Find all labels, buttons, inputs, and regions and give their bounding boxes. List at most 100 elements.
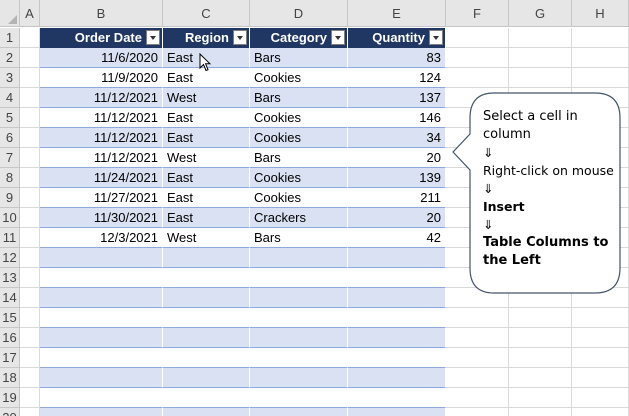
table-empty-cell[interactable] xyxy=(348,328,446,348)
table-cell-quantity[interactable]: 139 xyxy=(348,168,446,188)
table-cell-quantity[interactable]: 137 xyxy=(348,88,446,108)
table-cell-category[interactable]: Cookies xyxy=(250,108,348,128)
cell-g17[interactable] xyxy=(509,348,572,368)
table-cell-category[interactable]: Cookies xyxy=(250,188,348,208)
table-empty-cell[interactable] xyxy=(163,288,250,308)
cell-g16[interactable] xyxy=(509,328,572,348)
table-cell-date[interactable]: 11/27/2021 xyxy=(40,188,163,208)
table-cell-date[interactable]: 11/12/2021 xyxy=(40,88,163,108)
table-header-region[interactable]: Region xyxy=(163,28,250,48)
table-cell-date[interactable]: 11/24/2021 xyxy=(40,168,163,188)
row-header-20[interactable]: 20 xyxy=(0,408,20,416)
cell-a1[interactable] xyxy=(20,28,40,48)
table-empty-cell[interactable] xyxy=(163,328,250,348)
table-empty-cell[interactable] xyxy=(348,268,446,288)
table-cell-date[interactable]: 11/30/2021 xyxy=(40,208,163,228)
table-cell-category[interactable]: Bars xyxy=(250,88,348,108)
row-header-5[interactable]: 5 xyxy=(0,108,20,128)
table-empty-cell[interactable] xyxy=(348,248,446,268)
column-header-a[interactable]: A xyxy=(20,0,40,27)
table-cell-date[interactable]: 11/12/2021 xyxy=(40,108,163,128)
cell-a4[interactable] xyxy=(20,88,40,108)
cell-f2[interactable] xyxy=(446,48,509,68)
row-header-6[interactable]: 6 xyxy=(0,128,20,148)
cell-f3[interactable] xyxy=(446,68,509,88)
column-header-f[interactable]: F xyxy=(446,0,509,27)
table-empty-cell[interactable] xyxy=(163,308,250,328)
table-empty-cell[interactable] xyxy=(250,308,348,328)
cell-g1[interactable] xyxy=(509,28,572,48)
filter-dropdown-icon[interactable] xyxy=(429,30,443,45)
cell-a7[interactable] xyxy=(20,148,40,168)
table-header-quantity[interactable]: Quantity xyxy=(348,28,446,48)
row-header-10[interactable]: 10 xyxy=(0,208,20,228)
row-header-18[interactable]: 18 xyxy=(0,368,20,388)
table-cell-region[interactable]: East xyxy=(163,128,250,148)
column-header-g[interactable]: G xyxy=(509,0,572,27)
table-cell-quantity[interactable]: 20 xyxy=(348,148,446,168)
table-empty-cell[interactable] xyxy=(250,248,348,268)
cell-a18[interactable] xyxy=(20,368,40,388)
column-header-b[interactable]: B xyxy=(40,0,163,27)
table-empty-cell[interactable] xyxy=(40,408,163,416)
table-cell-quantity[interactable]: 42 xyxy=(348,228,446,248)
table-empty-cell[interactable] xyxy=(250,408,348,416)
row-header-19[interactable]: 19 xyxy=(0,388,20,408)
cell-a14[interactable] xyxy=(20,288,40,308)
table-header-order-date[interactable]: Order Date xyxy=(40,28,163,48)
column-header-c[interactable]: C xyxy=(163,0,250,27)
table-cell-region[interactable]: East xyxy=(163,188,250,208)
cell-g15[interactable] xyxy=(509,308,572,328)
cell-h15[interactable] xyxy=(572,308,629,328)
filter-dropdown-icon[interactable] xyxy=(146,30,160,45)
column-header-d[interactable]: D xyxy=(250,0,348,27)
table-empty-cell[interactable] xyxy=(348,348,446,368)
table-cell-category[interactable]: Cookies xyxy=(250,68,348,88)
table-empty-cell[interactable] xyxy=(40,308,163,328)
cell-f16[interactable] xyxy=(446,328,509,348)
cell-f18[interactable] xyxy=(446,368,509,388)
table-empty-cell[interactable] xyxy=(163,368,250,388)
row-header-7[interactable]: 7 xyxy=(0,148,20,168)
row-header-8[interactable]: 8 xyxy=(0,168,20,188)
filter-dropdown-icon[interactable] xyxy=(233,30,247,45)
row-header-1[interactable]: 1 xyxy=(0,28,20,48)
cell-f17[interactable] xyxy=(446,348,509,368)
table-empty-cell[interactable] xyxy=(163,248,250,268)
table-empty-cell[interactable] xyxy=(250,288,348,308)
cell-f1[interactable] xyxy=(446,28,509,48)
cell-h20[interactable] xyxy=(572,408,629,416)
cell-a16[interactable] xyxy=(20,328,40,348)
table-empty-cell[interactable] xyxy=(348,388,446,408)
table-cell-region[interactable]: East xyxy=(163,208,250,228)
table-cell-date[interactable]: 12/3/2021 xyxy=(40,228,163,248)
table-cell-region[interactable]: West xyxy=(163,228,250,248)
cell-a6[interactable] xyxy=(20,128,40,148)
cell-g19[interactable] xyxy=(509,388,572,408)
table-cell-region[interactable]: West xyxy=(163,148,250,168)
table-cell-date[interactable]: 11/12/2021 xyxy=(40,128,163,148)
cell-h1[interactable] xyxy=(572,28,629,48)
cell-a11[interactable] xyxy=(20,228,40,248)
table-empty-cell[interactable] xyxy=(40,368,163,388)
cell-a13[interactable] xyxy=(20,268,40,288)
column-header-h[interactable]: H xyxy=(572,0,629,27)
table-empty-cell[interactable] xyxy=(250,368,348,388)
table-empty-cell[interactable] xyxy=(348,408,446,416)
cell-h17[interactable] xyxy=(572,348,629,368)
table-cell-category[interactable]: Bars xyxy=(250,148,348,168)
cell-a17[interactable] xyxy=(20,348,40,368)
row-header-4[interactable]: 4 xyxy=(0,88,20,108)
filter-dropdown-icon[interactable] xyxy=(331,30,345,45)
cell-a8[interactable] xyxy=(20,168,40,188)
table-empty-cell[interactable] xyxy=(40,328,163,348)
cell-f19[interactable] xyxy=(446,388,509,408)
row-header-11[interactable]: 11 xyxy=(0,228,20,248)
table-empty-cell[interactable] xyxy=(348,288,446,308)
cell-h2[interactable] xyxy=(572,48,629,68)
cell-g18[interactable] xyxy=(509,368,572,388)
row-header-14[interactable]: 14 xyxy=(0,288,20,308)
table-empty-cell[interactable] xyxy=(163,388,250,408)
cell-h16[interactable] xyxy=(572,328,629,348)
table-empty-cell[interactable] xyxy=(250,328,348,348)
